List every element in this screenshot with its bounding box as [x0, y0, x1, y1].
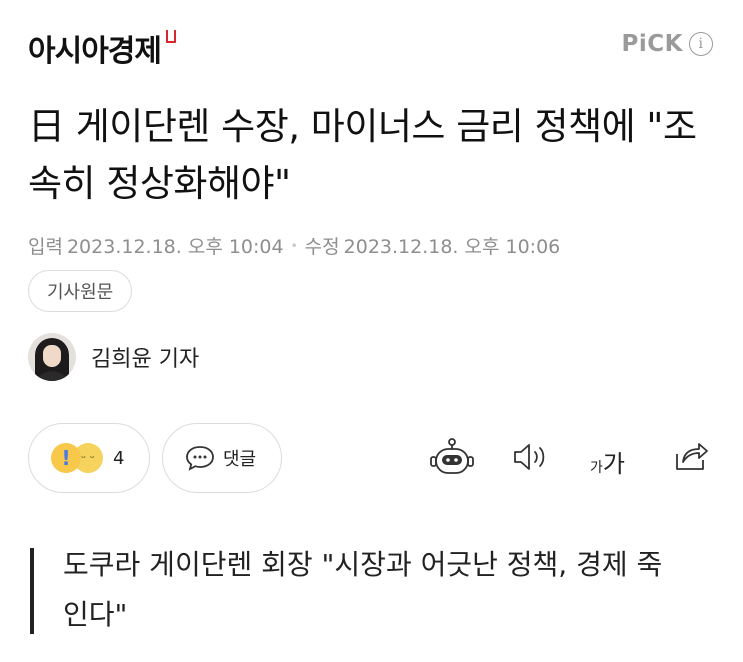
robot-icon [430, 438, 474, 474]
pick-badge[interactable]: PiCK i [622, 31, 713, 57]
comment-label: 댓글 [223, 449, 257, 470]
pick-label: PiCK [621, 31, 683, 57]
font-size-small-label: 가 [590, 460, 603, 476]
reporter-name[interactable]: 김희윤 기자 [91, 341, 199, 373]
press-logo-mark-icon [166, 30, 176, 43]
input-date: 2023.12.18. 오후 10:04 [66, 236, 284, 258]
input-label: 입력 [28, 236, 63, 258]
press-name: 아시아경제 [28, 34, 162, 69]
speech-bubble-icon [186, 446, 214, 471]
reporter-avatar[interactable] [28, 333, 76, 381]
modified-label: 수정 [304, 236, 340, 258]
article-headline: 日 게이단렌 수장, 마이너스 금리 정책에 "조속히 정상화해야" [28, 105, 697, 205]
reaction-count: 4 [113, 447, 125, 469]
tts-button[interactable] [512, 442, 550, 472]
original-article-button[interactable]: 기사원문 [28, 270, 133, 312]
reporter-info[interactable]: 김희윤 기자 [28, 333, 199, 381]
font-size-large-label: 가 [602, 450, 625, 478]
comment-button[interactable]: 댓글 [162, 423, 282, 493]
speaker-icon [514, 444, 545, 470]
article-subtitle: 도쿠라 게이단렌 회장 "시장과 어긋난 정책, 경제 죽인다" [63, 548, 663, 631]
font-size-button[interactable]: 가가 [590, 444, 625, 479]
article-dates: 입력 2023.12.18. 오후 10:04 • 수정 2023.12.18.… [28, 232, 560, 259]
surprise-emoji-icon: ! [51, 443, 81, 473]
summary-bot-button[interactable] [429, 438, 475, 478]
subtitle-quote-bar [30, 548, 34, 634]
press-logo[interactable]: 아시아경제 [28, 26, 176, 70]
share-icon [676, 443, 708, 470]
info-icon[interactable]: i [689, 32, 713, 56]
date-separator: • [290, 238, 298, 253]
share-button[interactable] [673, 440, 709, 472]
article-header: 아시아경제 PiCK i [0, 0, 743, 92]
modified-date: 2023.12.18. 오후 10:06 [343, 236, 561, 258]
reaction-button[interactable]: ! ᵕ ᵕ 4 [28, 423, 150, 493]
